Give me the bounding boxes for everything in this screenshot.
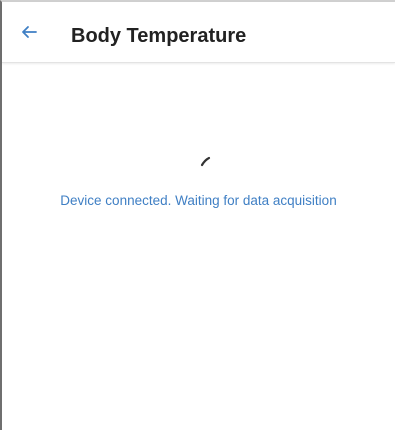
app-bar: Body Temperature (2, 2, 395, 63)
loading-spinner-icon (200, 156, 211, 167)
back-button[interactable] (10, 19, 50, 59)
arrow-left-icon (22, 26, 37, 38)
page-title: Body Temperature (71, 25, 247, 47)
screen: Body Temperature Device connected. Waiti… (0, 0, 395, 430)
status-message: Device connected. Waiting for data acqui… (60, 193, 337, 208)
